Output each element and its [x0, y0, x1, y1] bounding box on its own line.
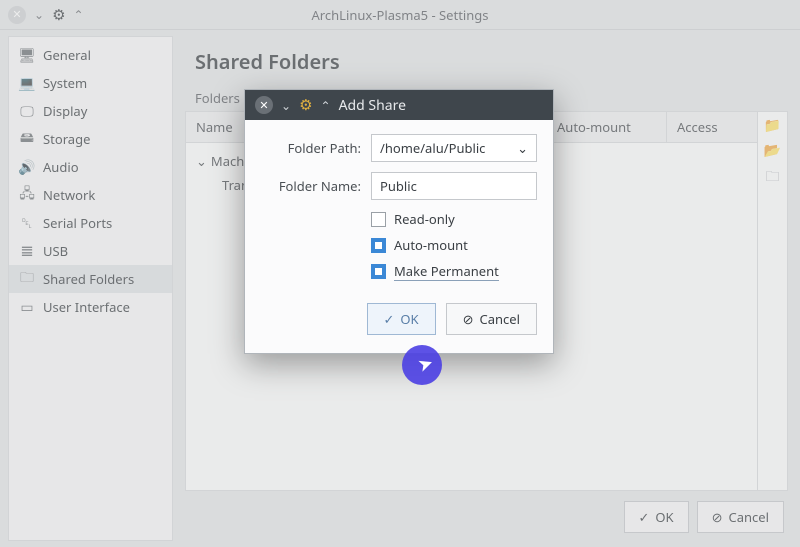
page-title: Shared Folders — [181, 36, 792, 89]
sidebar-item-serial-ports[interactable]: ␡ Serial Ports — [9, 209, 172, 237]
window-title: ArchLinux-Plasma5 - Settings — [0, 6, 800, 24]
cancel-icon: ⊘ — [712, 508, 723, 526]
make-permanent-checkbox[interactable] — [371, 264, 386, 279]
folder-path-value: /home/alu/Public — [380, 139, 485, 157]
add-share-dialog: ✕ ⌄ ⚙ ⌃ Add Share Folder Path: /home/alu… — [244, 89, 554, 354]
network-icon: 🖧 — [19, 187, 35, 203]
remove-folder-icon[interactable]: 🗀 — [766, 166, 780, 190]
gear-icon[interactable]: ⚙ — [299, 95, 312, 115]
check-icon: ✓ — [384, 310, 395, 328]
cancel-icon: ⊘ — [463, 310, 474, 328]
auto-mount-row[interactable]: Auto-mount — [371, 236, 537, 254]
chevron-up-icon[interactable]: ⌃ — [321, 97, 331, 114]
tree-root-label: Mach — [211, 152, 244, 170]
folder-path-label: Folder Path: — [261, 139, 361, 157]
folder-name-value: Public — [380, 177, 417, 195]
make-permanent-label: Make Permanent — [394, 262, 499, 281]
check-icon: ✓ — [639, 508, 650, 526]
dialog-title: Add Share — [339, 96, 406, 115]
dialog-titlebar[interactable]: ✕ ⌄ ⚙ ⌃ Add Share — [245, 90, 553, 120]
folder-icon: 🗀 — [19, 271, 35, 287]
folders-toolbar: 📁 📂 🗀 — [757, 112, 787, 490]
sidebar-item-shared-folders[interactable]: 🗀 Shared Folders — [9, 265, 172, 293]
ui-icon: ▭ — [19, 299, 35, 315]
close-icon[interactable]: ✕ — [255, 96, 273, 114]
read-only-checkbox[interactable] — [371, 212, 386, 227]
sidebar-item-network[interactable]: 🖧 Network — [9, 181, 172, 209]
auto-mount-checkbox[interactable] — [371, 238, 386, 253]
folder-path-combo[interactable]: /home/alu/Public ⌄ — [371, 134, 537, 162]
main-titlebar: ✕ ⌄ ⚙ ⌃ ArchLinux-Plasma5 - Settings — [0, 0, 800, 30]
chevron-down-icon[interactable]: ⌄ — [281, 97, 291, 114]
folder-name-field[interactable]: Public — [371, 172, 537, 200]
make-permanent-row[interactable]: Make Permanent — [371, 262, 537, 281]
sidebar-item-label: General — [43, 46, 91, 64]
cancel-button[interactable]: ⊘Cancel — [446, 303, 537, 335]
sidebar-item-label: Display — [43, 102, 87, 120]
sidebar-item-user-interface[interactable]: ▭ User Interface — [9, 293, 172, 321]
serial-icon: ␡ — [19, 215, 35, 231]
gear-icon[interactable]: ⚙ — [52, 5, 65, 25]
close-icon[interactable]: ✕ — [8, 6, 26, 24]
ok-button[interactable]: ✓OK — [367, 303, 436, 335]
chevron-up-icon[interactable]: ⌃ — [74, 6, 84, 23]
column-access[interactable]: Access — [667, 112, 757, 142]
chip-icon: 💻 — [19, 75, 35, 91]
sidebar-item-display[interactable]: 🖵 Display — [9, 97, 172, 125]
disk-icon: 🖴 — [19, 131, 35, 147]
sidebar-item-label: Shared Folders — [43, 270, 134, 288]
sidebar-item-audio[interactable]: 🔊 Audio — [9, 153, 172, 181]
add-folder-icon[interactable]: 📁 — [764, 116, 781, 135]
sidebar-item-storage[interactable]: 🖴 Storage — [9, 125, 172, 153]
chevron-down-icon: ⌄ — [196, 152, 207, 170]
sidebar-item-label: USB — [43, 242, 68, 260]
column-auto-mount[interactable]: Auto-mount — [547, 112, 667, 142]
sidebar-item-label: Serial Ports — [43, 214, 112, 232]
sidebar-item-system[interactable]: 💻 System — [9, 69, 172, 97]
main-footer: ✓OK ⊘Cancel — [181, 491, 792, 541]
sidebar-item-label: User Interface — [43, 298, 130, 316]
chevron-down-icon: ⌄ — [517, 139, 528, 157]
sidebar-item-label: Storage — [43, 130, 90, 148]
usb-icon: 𝌆 — [19, 243, 35, 259]
sidebar-item-label: Audio — [43, 158, 79, 176]
read-only-label: Read-only — [394, 210, 455, 228]
monitor-icon: 🖥 — [19, 47, 35, 63]
folder-name-label: Folder Name: — [261, 177, 361, 195]
cancel-button[interactable]: ⊘Cancel — [697, 501, 784, 533]
settings-sidebar: 🖥 General 💻 System 🖵 Display 🖴 Storage 🔊 Audi… — [8, 36, 173, 541]
sidebar-item-label: System — [43, 74, 87, 92]
sidebar-item-label: Network — [43, 186, 95, 204]
edit-folder-icon[interactable]: 📂 — [764, 141, 781, 160]
chevron-down-icon[interactable]: ⌄ — [34, 6, 44, 23]
display-icon: 🖵 — [19, 103, 35, 119]
ok-button[interactable]: ✓OK — [624, 501, 689, 533]
sidebar-item-usb[interactable]: 𝌆 USB — [9, 237, 172, 265]
speaker-icon: 🔊 — [19, 159, 35, 175]
auto-mount-label: Auto-mount — [394, 236, 468, 254]
dialog-footer: ✓OK ⊘Cancel — [261, 303, 537, 335]
read-only-row[interactable]: Read-only — [371, 210, 537, 228]
sidebar-item-general[interactable]: 🖥 General — [9, 41, 172, 69]
